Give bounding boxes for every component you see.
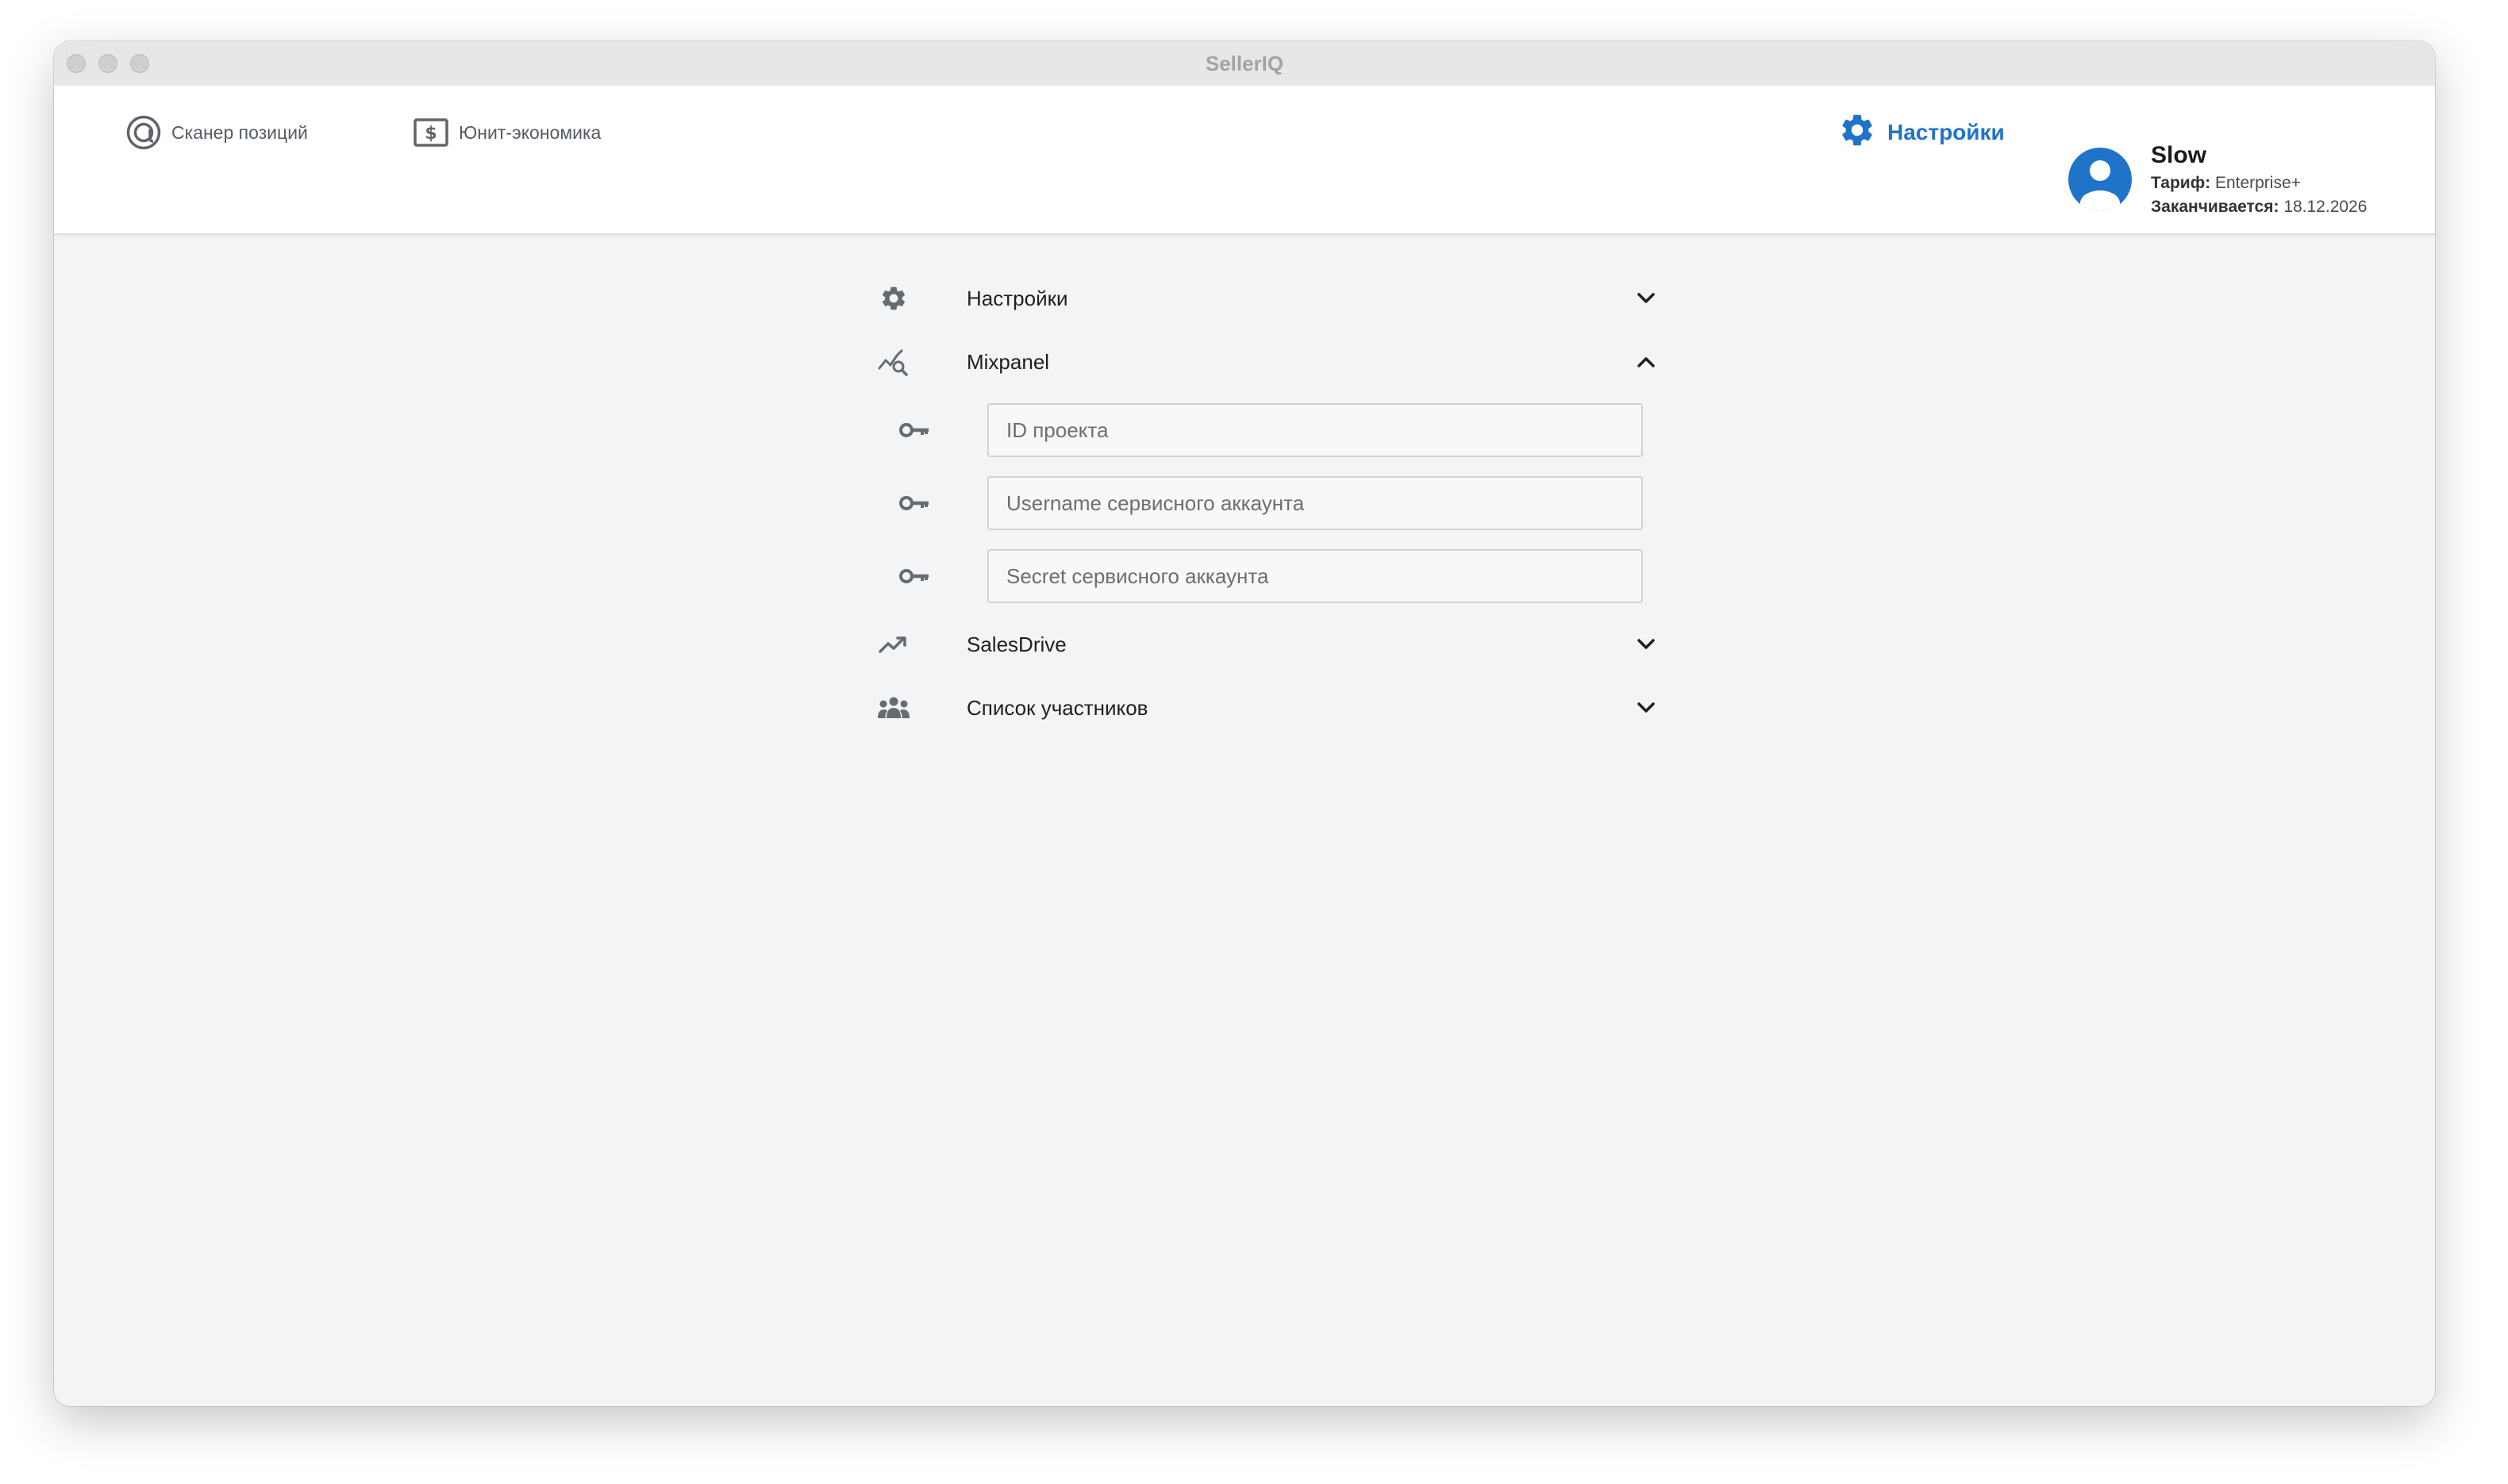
expires-label: Заканчивается: xyxy=(2151,198,2279,216)
analytics-search-icon xyxy=(878,346,910,378)
section-salesdrive-header[interactable]: SalesDrive xyxy=(864,619,1660,670)
dollar-bill-icon: $ xyxy=(413,117,449,148)
service-username-input[interactable] xyxy=(987,476,1643,530)
user-name: Slow xyxy=(2151,142,2207,168)
section-mixpanel-header[interactable]: Mixpanel xyxy=(864,336,1660,387)
app-window: SellerIQ Сканер позиций $ Юнит-экономика xyxy=(54,41,2435,1406)
chevron-down-icon[interactable] xyxy=(1632,630,1660,659)
gear-icon xyxy=(1838,111,1876,155)
chevron-up-icon[interactable] xyxy=(1632,348,1660,376)
section-label: Mixpanel xyxy=(967,349,1050,374)
mixpanel-project-id-row xyxy=(864,403,1660,457)
chevron-down-icon[interactable] xyxy=(1632,284,1660,313)
project-id-input[interactable] xyxy=(987,403,1643,457)
key-icon xyxy=(898,494,930,513)
section-label: Настройки xyxy=(967,286,1068,310)
mixpanel-secret-row xyxy=(864,549,1660,603)
avatar[interactable] xyxy=(2067,146,2133,217)
svg-text:$: $ xyxy=(425,124,437,144)
window-title: SellerIQ xyxy=(1205,52,1284,75)
target-icon xyxy=(125,114,162,151)
expires-value: 18.12.2026 xyxy=(2283,198,2368,216)
section-members-header[interactable]: Список участников xyxy=(864,682,1660,733)
section-label: SalesDrive xyxy=(967,632,1067,656)
plan-value: Enterprise+ xyxy=(2214,174,2301,192)
nav-item-label: Сканер позиций xyxy=(171,121,308,143)
nav-item-unit-economics[interactable]: $ Юнит-экономика xyxy=(413,86,601,179)
key-icon xyxy=(898,421,930,440)
nav-item-label: Юнит-экономика xyxy=(459,121,602,143)
trending-up-icon xyxy=(878,629,910,660)
gear-icon xyxy=(878,283,910,314)
section-label: Список участников xyxy=(967,695,1148,720)
group-icon xyxy=(878,692,910,724)
mixpanel-username-row xyxy=(864,476,1660,530)
user-info: Slow Тариф: Enterprise+ Заканчивается: 1… xyxy=(2151,140,2367,219)
nav-item-position-scanner[interactable]: Сканер позиций xyxy=(125,86,308,179)
key-icon xyxy=(898,567,930,586)
settings-link-label: Настройки xyxy=(1887,120,2005,144)
user-expiry: Заканчивается: 18.12.2026 xyxy=(2151,195,2367,219)
section-settings-header[interactable]: Настройки xyxy=(864,273,1660,324)
chevron-down-icon[interactable] xyxy=(1632,694,1660,722)
service-secret-input[interactable] xyxy=(987,549,1643,603)
plan-label: Тариф: xyxy=(2151,174,2211,192)
nav-settings-link[interactable]: Настройки xyxy=(1838,86,2005,179)
user-plan: Тариф: Enterprise+ xyxy=(2151,171,2367,195)
title-bar: SellerIQ xyxy=(54,41,2435,87)
app-header: Сканер позиций $ Юнит-экономика Настройк… xyxy=(54,86,2435,235)
